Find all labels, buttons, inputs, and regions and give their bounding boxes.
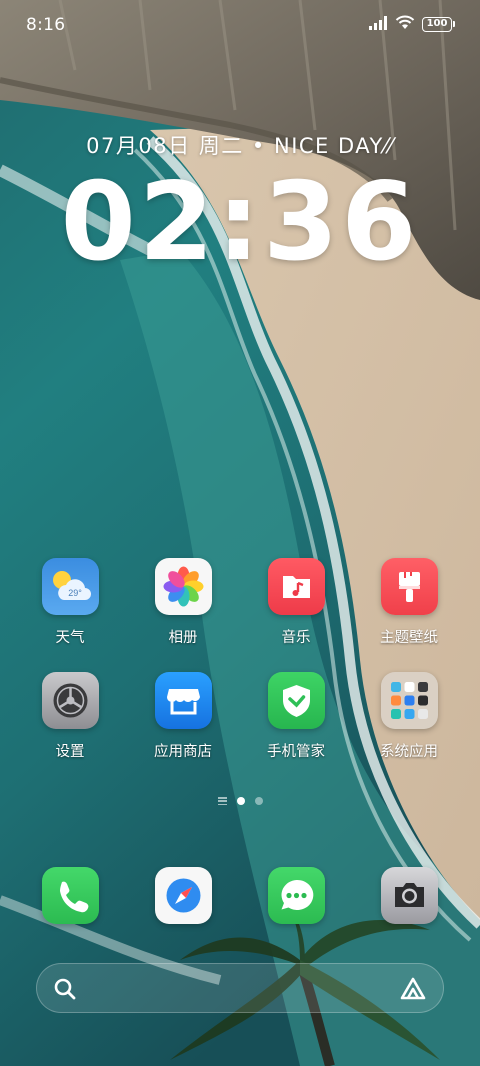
dock-camera[interactable]	[354, 867, 464, 924]
app-label: 天气	[55, 630, 85, 646]
browser-compass-icon	[154, 867, 212, 924]
status-icons: 100	[368, 15, 455, 34]
signal-icon	[368, 15, 388, 34]
gallery-icon	[154, 558, 212, 615]
phone-icon	[41, 867, 99, 924]
app-label: 应用商店	[154, 744, 212, 760]
app-store[interactable]: 应用商店	[128, 672, 238, 761]
theme-brush-icon	[380, 558, 438, 615]
app-music[interactable]: 音乐	[241, 558, 351, 647]
app-store-icon	[154, 672, 212, 729]
battery-icon: 100	[422, 17, 455, 32]
page-list-icon[interactable]	[217, 797, 227, 805]
music-icon	[267, 558, 325, 615]
weather-icon: 29°	[41, 558, 99, 615]
settings-gear-icon	[41, 672, 99, 729]
app-phone-manager[interactable]: 手机管家	[241, 672, 351, 761]
page-indicator[interactable]	[0, 797, 480, 805]
weather-temp: 29°	[68, 588, 82, 598]
app-label: 系统应用	[380, 744, 438, 760]
wifi-icon	[395, 15, 415, 34]
phone-manager-shield-icon	[267, 672, 325, 729]
status-time: 8:16	[26, 15, 66, 35]
search-bar[interactable]	[36, 963, 444, 1013]
dock-browser[interactable]	[128, 867, 238, 924]
app-gallery[interactable]: 相册	[128, 558, 238, 647]
date-line[interactable]: 07月08日 周二 • NICE DAY⁄⁄	[0, 130, 480, 160]
dock-phone[interactable]	[15, 867, 125, 924]
app-settings[interactable]: 设置	[15, 672, 125, 761]
status-bar: 8:16 100	[0, 0, 480, 50]
app-label: 音乐	[281, 630, 311, 646]
messages-icon	[267, 867, 325, 924]
app-label: 手机管家	[267, 744, 325, 760]
app-theme[interactable]: 主题壁纸	[354, 558, 464, 647]
assistant-icon[interactable]	[399, 976, 427, 1002]
search-icon[interactable]	[53, 977, 77, 1001]
clock-time[interactable]: 02:36	[0, 160, 480, 285]
page-dot-active[interactable]	[236, 797, 245, 805]
page-dot[interactable]	[254, 797, 263, 805]
app-label: 主题壁纸	[380, 630, 438, 646]
app-label: 相册	[168, 630, 198, 646]
system-apps-folder-icon	[380, 672, 438, 729]
dock-messages[interactable]	[241, 867, 351, 924]
app-weather[interactable]: 29° 天气	[15, 558, 125, 647]
app-system-folder[interactable]: 系统应用	[354, 672, 464, 761]
app-label: 设置	[55, 744, 85, 760]
camera-icon	[380, 867, 438, 924]
